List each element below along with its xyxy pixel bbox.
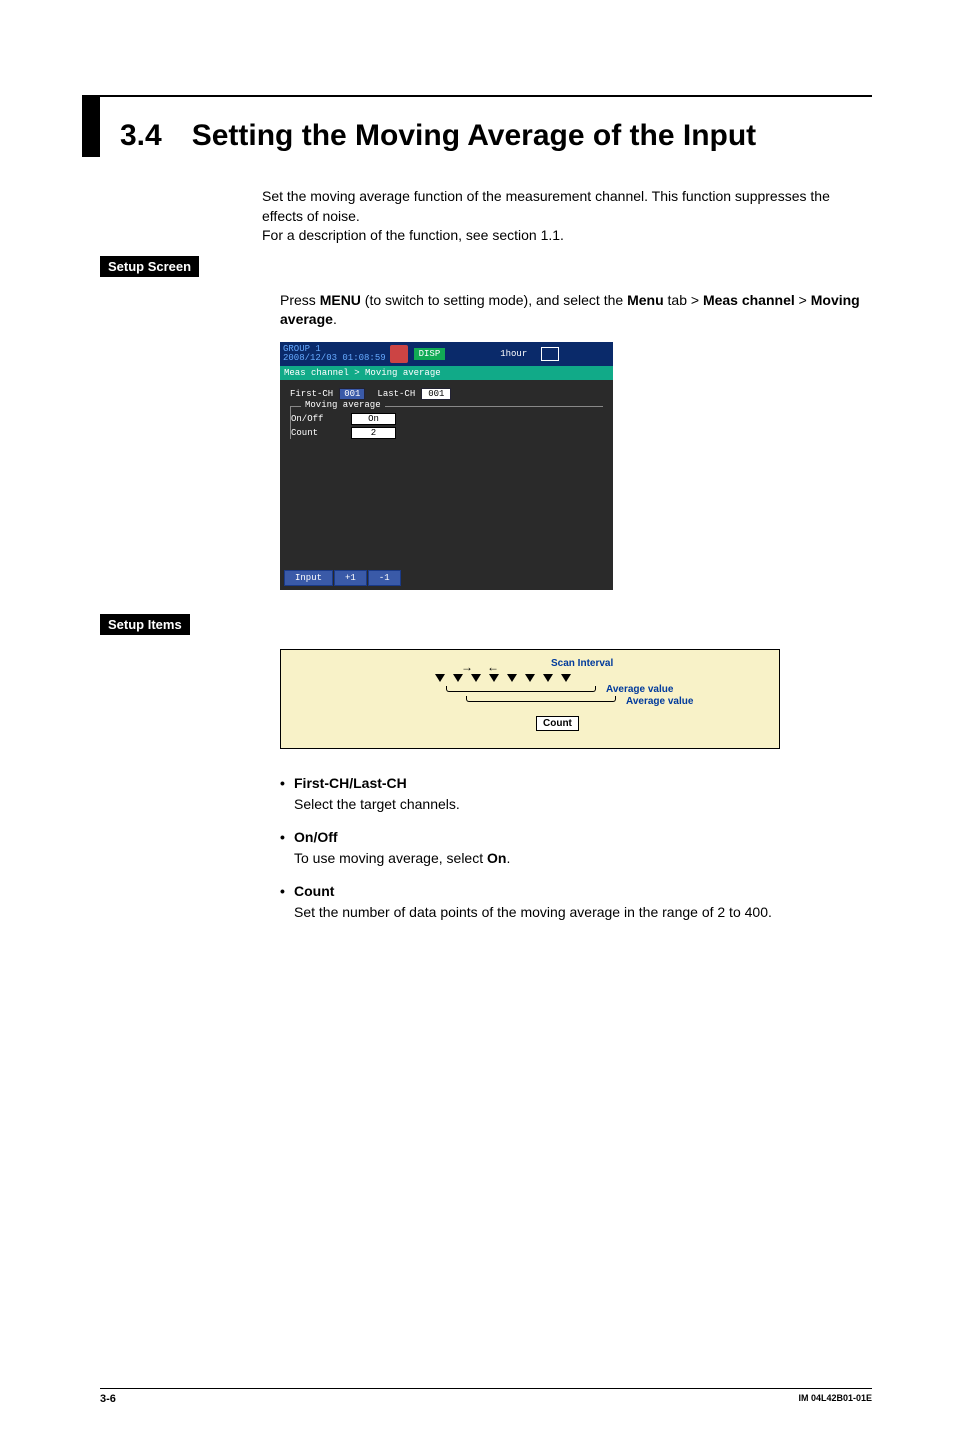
item-heading-count: •Count [280, 881, 860, 902]
triangle-icon [525, 674, 535, 682]
arrow-right-icon: → [461, 660, 473, 674]
onoff-value[interactable]: On [351, 413, 396, 425]
count-box: Count [536, 716, 579, 731]
setup-items-label: Setup Items [100, 614, 190, 635]
disp-badge: DISP [414, 348, 446, 360]
scan-interval-diagram: → ← Scan Interval Average value Average … [280, 649, 780, 749]
brace-1 [446, 686, 596, 692]
avg-value-label-2: Average value [626, 696, 693, 707]
ss-legend: Moving average [301, 400, 385, 410]
triangle-icon [561, 674, 571, 682]
count-label: Count [291, 428, 351, 438]
triangle-icon [453, 674, 463, 682]
ss-breadcrumb: Meas channel > Moving average [280, 366, 613, 380]
section-bar [82, 97, 100, 157]
interval-text: 1hour [500, 349, 527, 359]
txt: Press [280, 292, 320, 308]
txt: (to switch to setting mode), and select … [361, 292, 627, 308]
txt: tab > [664, 292, 703, 308]
arrow-left-icon: ← [487, 660, 499, 674]
interval-arrows: → ← [461, 660, 499, 674]
menutab-bold: Menu [627, 292, 664, 308]
menu-bold: MENU [320, 292, 361, 308]
section-title: Setting the Moving Average of the Input [192, 119, 756, 153]
firstch-value[interactable]: 001 [339, 388, 365, 400]
recorder-icon [390, 345, 408, 363]
avg-value-label-1: Average value [606, 684, 673, 695]
camera-icon [541, 347, 559, 361]
count-value[interactable]: 2 [351, 427, 396, 439]
intro-text: Set the moving average function of the m… [262, 187, 862, 246]
item-text-firstch: Select the target channels. [294, 794, 860, 815]
section-number: 3.4 [120, 119, 162, 153]
scan-interval-label: Scan Interval [551, 658, 613, 669]
txt: > [795, 292, 811, 308]
lastch-value[interactable]: 001 [421, 388, 451, 400]
onoff-label: On/Off [291, 414, 351, 424]
brace-2 [466, 696, 616, 702]
plus-one-button[interactable]: +1 [334, 570, 367, 586]
ss-header: GROUP 1 2008/12/03 01:08:59 DISP 1hour [280, 342, 613, 366]
ss-group: GROUP 1 2008/12/03 01:08:59 [283, 345, 386, 364]
triangle-icon [471, 674, 481, 682]
meas-bold: Meas channel [703, 292, 795, 308]
ss-fieldset: Moving average On/Off On Count 2 [290, 406, 603, 439]
device-screenshot: GROUP 1 2008/12/03 01:08:59 DISP 1hour M… [280, 342, 613, 590]
intro-p2: For a description of the function, see s… [262, 226, 862, 246]
page-footer: 3-6 IM 04L42B01-01E [100, 1388, 872, 1405]
ss-timestamp: 2008/12/03 01:08:59 [283, 354, 386, 363]
doc-id: IM 04L42B01-01E [798, 1393, 872, 1405]
setup-screen-text: Press MENU (to switch to setting mode), … [280, 291, 860, 330]
item-text-onoff: To use moving average, select On. [294, 848, 860, 869]
ss-footer: Input +1 -1 [284, 570, 401, 586]
intro-p1: Set the moving average function of the m… [262, 187, 862, 226]
firstch-label: First-CH [290, 389, 333, 399]
setup-items-block: •First-CH/Last-CH Select the target chan… [280, 773, 860, 923]
txt: . [333, 311, 337, 327]
triangle-icon [507, 674, 517, 682]
item-heading-onoff: •On/Off [280, 827, 860, 848]
triangle-icon [543, 674, 553, 682]
section-header: 3.4 Setting the Moving Average of the In… [82, 95, 872, 157]
minus-one-button[interactable]: -1 [368, 570, 401, 586]
ss-body: First-CH 001 Last-CH 001 Moving average … [280, 380, 613, 449]
setup-screen-label: Setup Screen [100, 256, 199, 277]
triangle-icon [435, 674, 445, 682]
item-heading-firstch: •First-CH/Last-CH [280, 773, 860, 794]
lastch-label: Last-CH [377, 389, 415, 399]
page-number: 3-6 [100, 1393, 116, 1405]
item-text-count: Set the number of data points of the mov… [294, 902, 860, 923]
input-button[interactable]: Input [284, 570, 333, 586]
triangle-icon [489, 674, 499, 682]
ss-row-channels: First-CH 001 Last-CH 001 [290, 388, 603, 400]
